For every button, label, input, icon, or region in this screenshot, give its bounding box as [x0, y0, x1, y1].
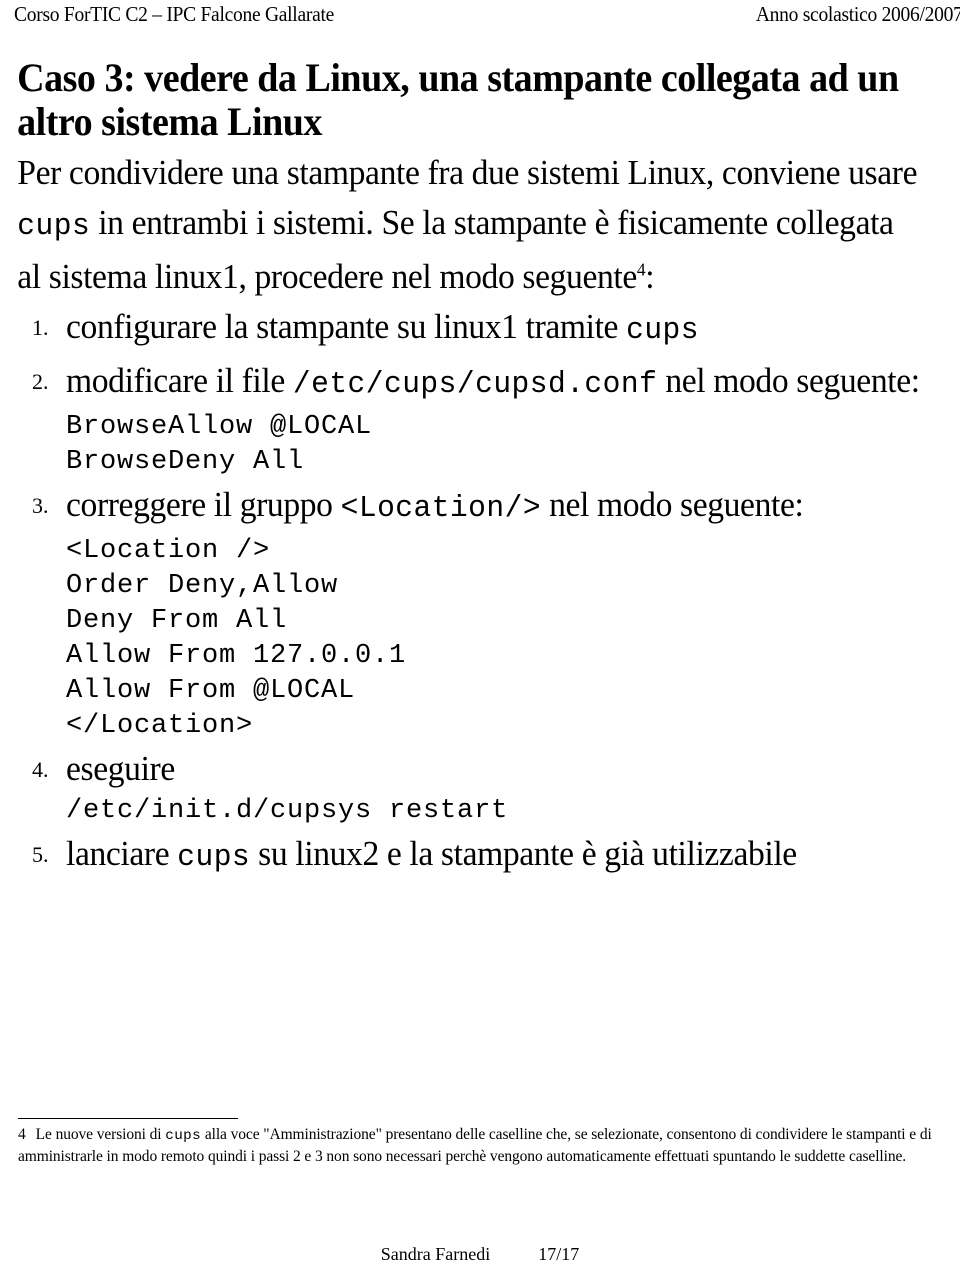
list-item: configurare la stampante su linux1 trami… — [0, 302, 960, 356]
step-3-text: correggere il gruppo <Location/> nel mod… — [66, 480, 924, 534]
footnote-inline-code: cups — [165, 1128, 202, 1144]
list-item: eseguire /etc/init.d/cupsys restart — [0, 744, 960, 829]
running-header: Corso ForTIC C2 – IPC Falcone Gallarate … — [14, 2, 960, 27]
step-3-text-after: nel modo seguente: — [541, 485, 804, 524]
footnote-separator-rule — [18, 1118, 238, 1119]
header-course-label: Corso ForTIC C2 – IPC Falcone Gallarate — [14, 2, 335, 26]
page-footer: Sandra Farnedi 17/17 — [0, 1243, 960, 1265]
step-1-text-before: configurare la stampante su linux1 trami… — [66, 307, 627, 346]
inline-code-cups: cups — [17, 209, 91, 244]
footnote-number: 4 — [18, 1126, 26, 1143]
step-1-text: configurare la stampante su linux1 trami… — [66, 302, 924, 356]
step-5-text-after: su linux2 e la stampante è già utilizzab… — [250, 834, 797, 873]
footnote-section: 4 Le nuove versioni di cups alla voce "Am… — [18, 1118, 948, 1167]
step-5-text-before: lanciare — [66, 834, 178, 873]
code-line: Deny From All — [66, 606, 288, 636]
step-1-inline-code: cups — [626, 313, 700, 348]
page-title: Caso 3: vedere da Linux, una stampante c… — [17, 55, 899, 144]
footer-page-number: 17/17 — [538, 1244, 580, 1264]
code-block-restart-command: /etc/init.d/cupsys restart — [66, 794, 960, 829]
list-item: modificare il file /etc/cups/cupsd.conf … — [0, 356, 960, 480]
list-item: correggere il gruppo <Location/> nel mod… — [0, 480, 960, 744]
code-line: BrowseAllow @LOCAL — [66, 412, 373, 442]
code-line: BrowseDeny All — [66, 447, 305, 477]
footnote-text-before: Le nuove versioni di — [35, 1126, 166, 1143]
intro-text-part3: : — [645, 257, 655, 296]
header-school-year-label: Anno scolastico 2006/2007 — [755, 2, 960, 26]
step-3-inline-code: <Location/> — [340, 491, 542, 526]
step-3-text-before: correggere il gruppo — [66, 485, 341, 524]
step-5-text: lanciare cups su linux2 e la stampante è… — [66, 829, 924, 883]
code-line: Order Deny,Allow — [66, 571, 339, 601]
footnote-text: 4 Le nuove versioni di cups alla voce "Am… — [18, 1125, 948, 1167]
code-line: <Location /> — [66, 536, 271, 566]
code-line: /etc/init.d/cupsys restart — [66, 796, 509, 826]
step-5-inline-code: cups — [177, 840, 251, 875]
step-4-text: eseguire — [66, 749, 175, 788]
step-2-text-after: nel modo seguente: — [657, 361, 920, 400]
intro-text-part2: in entrambi i sistemi. Se la stampante è… — [17, 203, 894, 296]
code-block-location-group: <Location /> Order Deny,Allow Deny From Al… — [66, 534, 960, 744]
list-item: lanciare cups su linux2 e la stampante è… — [0, 829, 960, 883]
document-page: Corso ForTIC C2 – IPC Falcone Gallarate … — [0, 0, 960, 1270]
step-2-text: modificare il file /etc/cups/cupsd.conf … — [66, 356, 924, 410]
code-line: Allow From @LOCAL — [66, 676, 356, 706]
footnote-reference-marker: 4 — [636, 259, 646, 280]
code-line: </Location> — [66, 711, 254, 741]
step-2-text-before: modificare il file — [66, 361, 293, 400]
document-body: Caso 3: vedere da Linux, una stampante c… — [0, 56, 960, 883]
procedure-steps-list: configurare la stampante su linux1 trami… — [0, 302, 960, 883]
intro-paragraph: Per condividere una stampante fra due si… — [0, 144, 922, 302]
step-2-inline-code: /etc/cups/cupsd.conf — [292, 367, 658, 402]
footer-author: Sandra Farnedi — [380, 1244, 491, 1264]
intro-text-part1: Per condividere una stampante fra due si… — [17, 153, 918, 192]
code-block-cupsd-browse: BrowseAllow @LOCAL BrowseDeny All — [66, 410, 960, 480]
code-line: Allow From 127.0.0.1 — [66, 641, 407, 671]
